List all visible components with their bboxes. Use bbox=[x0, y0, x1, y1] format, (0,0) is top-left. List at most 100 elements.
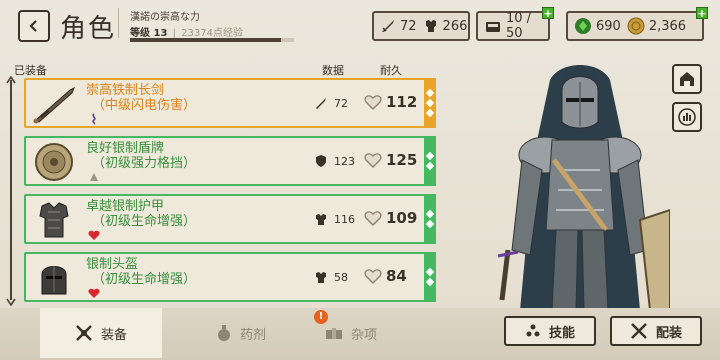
item-title: 卓越银制护甲 bbox=[86, 199, 165, 214]
skills-button[interactable]: 技能 bbox=[504, 316, 596, 346]
item-durability-value: 109 bbox=[386, 209, 418, 227]
inventory-count: 10 / 50 bbox=[506, 11, 532, 41]
item-stat: 116 bbox=[314, 212, 355, 226]
level-line: 等级 13 | 23374点经验 bbox=[130, 24, 243, 39]
life-heart-icon bbox=[88, 230, 100, 240]
item-stat: 58 bbox=[314, 270, 348, 284]
armor-icon bbox=[316, 214, 326, 225]
heart-outline-icon bbox=[364, 95, 382, 110]
bar-chart-icon bbox=[678, 108, 696, 126]
item-title: 良好银制盾牌 bbox=[86, 141, 165, 156]
chevron-left-icon bbox=[29, 20, 37, 32]
item-row-shield[interactable]: 良好银制盾牌 （初级强力格挡） 123 125 bbox=[24, 136, 436, 186]
item-name: 崇高铁制长剑 （中级闪电伤害） bbox=[86, 83, 196, 113]
title-divider bbox=[118, 8, 119, 38]
item-stat-value: 116 bbox=[334, 212, 355, 226]
armor-icon bbox=[423, 18, 439, 34]
item-stat: 72 bbox=[314, 96, 348, 110]
item-enchant: （初级生命增强） bbox=[92, 272, 197, 287]
item-name: 银制头盔 （初级生命增强） bbox=[86, 257, 196, 287]
item-stat-value: 123 bbox=[334, 154, 355, 168]
player-name: 漢諾の崇高な力 bbox=[130, 12, 200, 23]
currency-box[interactable]: 690 2,366 + bbox=[566, 7, 708, 41]
loadout-label: 配装 bbox=[655, 325, 682, 341]
tab-potions-label: 药剂 bbox=[239, 327, 266, 343]
armory-button[interactable] bbox=[672, 64, 702, 94]
armor-value: 266 bbox=[442, 18, 468, 34]
item-enchant: （中级闪电伤害） bbox=[92, 98, 197, 113]
heart-outline-icon bbox=[364, 153, 382, 168]
chest-armor-image bbox=[39, 202, 69, 238]
scroll-down-arrow-icon bbox=[6, 298, 16, 306]
misc-alert-badge: ! bbox=[314, 310, 328, 324]
item-durability: 125 bbox=[364, 151, 417, 169]
item-durability-value: 84 bbox=[386, 267, 407, 285]
item-durability-value: 112 bbox=[386, 93, 418, 111]
shield-icon bbox=[316, 155, 326, 167]
gold-coin-icon bbox=[627, 17, 645, 35]
gem-value: 690 bbox=[596, 18, 621, 34]
helmet-image bbox=[41, 266, 67, 295]
item-stat: 123 bbox=[314, 154, 355, 168]
skills-label: 技能 bbox=[548, 325, 575, 341]
tab-equipment-label: 装备 bbox=[100, 327, 127, 343]
tab-potions[interactable]: 药剂 bbox=[196, 308, 286, 358]
column-header-data: 数据 bbox=[322, 64, 344, 77]
item-row-sword[interactable]: 崇高铁制长剑 （中级闪电伤害） 72 112 bbox=[24, 78, 436, 128]
longsword-image bbox=[33, 86, 75, 124]
armor-icon bbox=[316, 272, 326, 283]
page-title: 角色 bbox=[60, 14, 117, 44]
crossed-weapons-icon bbox=[76, 325, 92, 341]
rarity-stripe-orange bbox=[424, 78, 436, 128]
skills-icon bbox=[526, 324, 540, 337]
crossed-weapons-icon bbox=[631, 323, 647, 339]
item-row-armor[interactable]: 卓越银制护甲 （初级生命增强） 116 109 bbox=[24, 194, 436, 244]
item-title: 银制头盔 bbox=[86, 257, 139, 272]
attack-value: 72 bbox=[400, 18, 417, 34]
tab-equipment[interactable]: 装备 bbox=[40, 308, 162, 358]
rarity-stripe-green bbox=[424, 194, 436, 244]
item-stat-value: 72 bbox=[334, 96, 348, 110]
rarity-stripe-green bbox=[424, 252, 436, 302]
equipped-section-label: 已装备 bbox=[14, 64, 47, 77]
combat-stats-box[interactable]: 72 266 bbox=[372, 11, 470, 41]
list-scrollbar[interactable] bbox=[10, 80, 12, 300]
round-shield-image bbox=[35, 143, 73, 181]
inventory-chest-icon bbox=[484, 18, 502, 34]
item-row-helmet[interactable]: 银制头盔 （初级生命增强） 58 84 bbox=[24, 252, 436, 302]
item-title: 崇高铁制长剑 bbox=[86, 83, 165, 98]
armory-icon bbox=[680, 72, 694, 86]
item-durability: 112 bbox=[364, 93, 417, 111]
stats-button[interactable] bbox=[672, 102, 702, 132]
inventory-box[interactable]: 10 / 50 + bbox=[476, 7, 554, 41]
potion-icon bbox=[217, 325, 230, 341]
gold-value: 2,366 bbox=[648, 18, 687, 34]
add-inventory-button[interactable]: + bbox=[542, 7, 554, 20]
block-rune-icon bbox=[90, 173, 98, 181]
item-enchant: （初级生命增强） bbox=[92, 214, 197, 229]
item-stat-value: 58 bbox=[334, 270, 348, 284]
item-durability-value: 125 bbox=[386, 151, 418, 169]
item-name: 卓越银制护甲 （初级生命增强） bbox=[86, 199, 196, 229]
heart-outline-icon bbox=[364, 211, 382, 226]
tab-misc-label: 杂项 bbox=[350, 327, 377, 343]
item-durability: 109 bbox=[364, 209, 417, 227]
heart-outline-icon bbox=[364, 269, 382, 284]
item-enchant: （初级强力格挡） bbox=[92, 156, 197, 171]
knight-character-model[interactable] bbox=[490, 60, 670, 310]
item-name: 良好银制盾牌 （初级强力格挡） bbox=[86, 141, 196, 171]
lightning-icon bbox=[92, 113, 96, 125]
bundle-icon bbox=[325, 328, 342, 339]
sword-icon bbox=[380, 18, 396, 34]
xp-progress-fill bbox=[130, 38, 281, 42]
add-currency-button[interactable]: + bbox=[696, 7, 708, 20]
column-header-durability: 耐久 bbox=[380, 64, 402, 77]
item-durability: 84 bbox=[364, 267, 407, 285]
life-heart-icon bbox=[88, 288, 100, 298]
loadout-button[interactable]: 配装 bbox=[610, 316, 702, 346]
scroll-up-arrow-icon bbox=[6, 76, 16, 84]
sword-icon bbox=[316, 98, 326, 109]
back-button[interactable] bbox=[18, 10, 50, 42]
rarity-stripe-green bbox=[424, 136, 436, 186]
gem-icon bbox=[574, 17, 592, 35]
